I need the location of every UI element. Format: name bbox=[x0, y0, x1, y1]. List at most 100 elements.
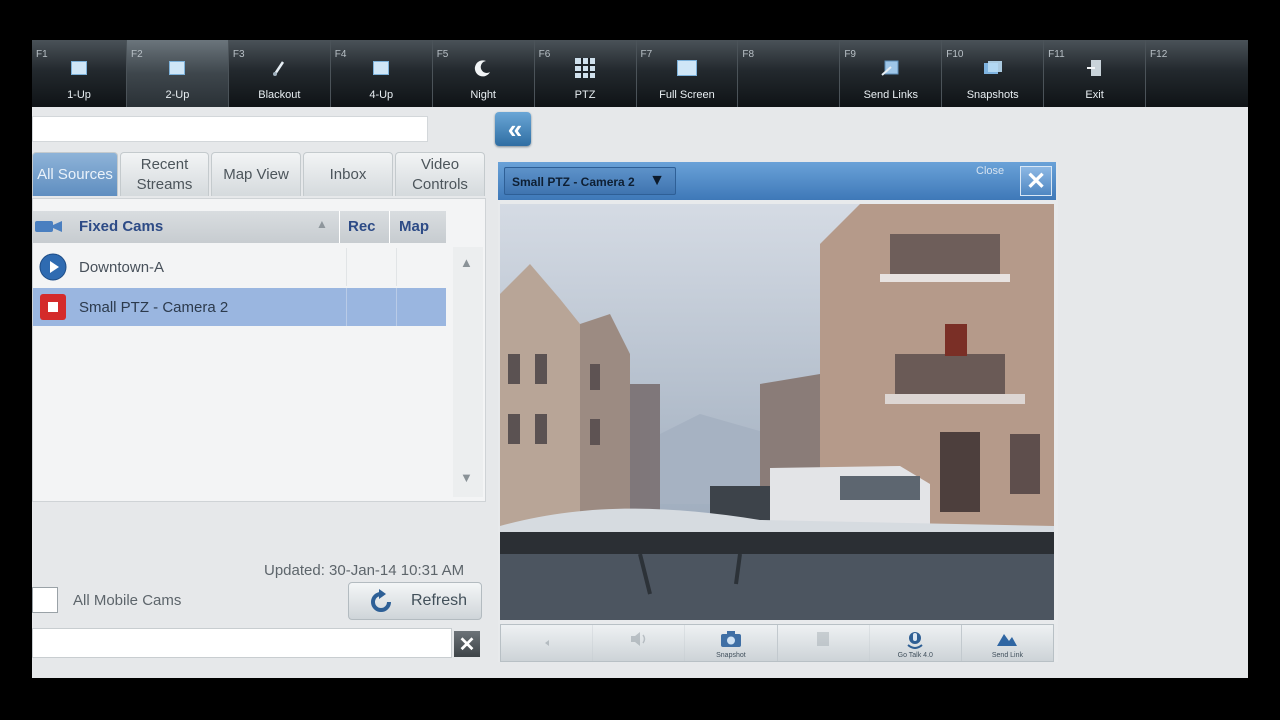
record-button[interactable] bbox=[778, 625, 870, 661]
ptz-grid-icon bbox=[574, 58, 596, 78]
camera-select-value: Small PTZ - Camera 2 bbox=[512, 175, 635, 189]
tab-recent-streams[interactable]: Recent Streams bbox=[120, 152, 209, 196]
play-status-icon bbox=[39, 253, 67, 281]
key-label: F9 bbox=[844, 49, 856, 60]
refresh-label: Refresh bbox=[411, 592, 468, 609]
send-links-icon bbox=[880, 58, 902, 78]
speaker-button[interactable] bbox=[501, 625, 594, 661]
f11-exit-button[interactable]: F11 Exit bbox=[1044, 40, 1147, 107]
close-video-button[interactable]: ✕ bbox=[1020, 166, 1052, 196]
f10-snapshots-button[interactable]: F10 Snapshots bbox=[942, 40, 1045, 107]
button-label: 2-Up bbox=[165, 89, 190, 101]
send-link-icon bbox=[995, 629, 1019, 649]
collapse-panel-button[interactable]: « bbox=[495, 112, 531, 146]
button-label: PTZ bbox=[574, 89, 596, 101]
talk-icon bbox=[903, 629, 927, 649]
camera-list-header: Fixed Cams ▲ Rec Map bbox=[33, 211, 446, 243]
send-link-label: Send Link bbox=[991, 652, 1024, 659]
column-fixed-cams[interactable]: Fixed Cams bbox=[79, 218, 163, 235]
double-chevron-left-icon: « bbox=[507, 113, 523, 144]
all-mobile-cams-checkbox[interactable] bbox=[32, 587, 58, 613]
close-icon: ✕ bbox=[1025, 167, 1047, 195]
camera-name: Downtown-A bbox=[79, 259, 165, 276]
send-link-button[interactable]: Send Link bbox=[962, 625, 1053, 661]
f7-full-screen-button[interactable]: F7 Full Screen bbox=[637, 40, 739, 107]
snapshot-button[interactable]: Snapshot bbox=[685, 625, 778, 661]
source-search-input[interactable] bbox=[32, 116, 428, 142]
blackout-icon bbox=[268, 58, 290, 78]
video-toolbar: Snapshot Go Talk 4.0 Send Link bbox=[500, 624, 1054, 662]
close-icon: ✕ bbox=[458, 633, 476, 656]
app-window: F1 1-Up F2 2-Up F3 Blackout F4 4-Up F5 N… bbox=[32, 40, 1248, 678]
camera-list-panel: Fixed Cams ▲ Rec Map Downtown-A Small PT… bbox=[32, 198, 486, 502]
street-scene-image bbox=[500, 204, 1054, 620]
source-tabs: All Sources Recent Streams Map View Inbo… bbox=[32, 152, 487, 198]
column-divider bbox=[346, 248, 347, 286]
all-mobile-cams-label: All Mobile Cams bbox=[73, 592, 182, 609]
record-status-icon bbox=[40, 294, 66, 320]
tab-map-view[interactable]: Map View bbox=[211, 152, 301, 196]
refresh-icon bbox=[371, 589, 391, 612]
key-label: F6 bbox=[538, 49, 551, 60]
column-divider bbox=[396, 288, 397, 326]
tab-video-controls[interactable]: Video Controls bbox=[395, 152, 485, 196]
go-talk-button[interactable]: Go Talk 4.0 bbox=[870, 625, 962, 661]
close-label: Close bbox=[976, 165, 1005, 177]
camera-select-dropdown[interactable]: Small PTZ - Camera 2 ▼ bbox=[504, 167, 676, 195]
key-label: F11 bbox=[1048, 49, 1065, 60]
video-feed[interactable] bbox=[500, 204, 1054, 620]
video-title-bar: Small PTZ - Camera 2 ▼ Close ✕ bbox=[498, 162, 1056, 200]
video-panel: Small PTZ - Camera 2 ▼ Close ✕ Snapshot … bbox=[498, 162, 1058, 662]
column-divider bbox=[346, 288, 347, 326]
f3-blackout-button[interactable]: F3 Blackout bbox=[229, 40, 331, 107]
column-divider bbox=[389, 211, 390, 243]
column-divider bbox=[396, 248, 397, 286]
column-rec[interactable]: Rec bbox=[348, 218, 376, 235]
volume-icon bbox=[627, 629, 651, 649]
clear-filter-button[interactable]: ✕ bbox=[454, 631, 480, 657]
function-key-toolbar: F1 1-Up F2 2-Up F3 Blackout F4 4-Up F5 N… bbox=[32, 40, 1248, 107]
exit-icon bbox=[1084, 58, 1106, 78]
snapshot-label: Snapshot bbox=[716, 652, 746, 659]
speaker-icon bbox=[535, 629, 559, 649]
fixed-cam-icon bbox=[35, 221, 62, 232]
camera-name: Small PTZ - Camera 2 bbox=[79, 299, 229, 316]
two-up-icon bbox=[166, 58, 188, 78]
button-label: Snapshots bbox=[966, 89, 1019, 101]
button-label: Night bbox=[470, 89, 496, 101]
moon-icon bbox=[472, 58, 494, 78]
volume-button[interactable] bbox=[593, 625, 686, 661]
button-label: Send Links bbox=[863, 89, 918, 101]
key-label: F3 bbox=[232, 49, 245, 60]
f5-night-button[interactable]: F5 Night bbox=[433, 40, 535, 107]
key-label: F1 bbox=[36, 49, 48, 60]
updated-timestamp: Updated: 30-Jan-14 10:31 AM bbox=[264, 562, 465, 579]
button-label: Full Screen bbox=[659, 89, 715, 101]
f6-ptz-button[interactable]: F6 PTZ bbox=[535, 40, 637, 107]
camera-icon bbox=[719, 629, 743, 649]
f12-empty-button[interactable]: F12 bbox=[1146, 40, 1248, 107]
filter-input[interactable] bbox=[32, 628, 452, 658]
column-map[interactable]: Map bbox=[399, 218, 429, 235]
refresh-button[interactable]: Refresh bbox=[348, 582, 482, 620]
f9-send-links-button[interactable]: F9 Send Links bbox=[840, 40, 943, 107]
f8-empty-button[interactable]: F8 bbox=[738, 40, 841, 107]
list-item[interactable]: Small PTZ - Camera 2 bbox=[33, 288, 446, 326]
scroll-up-icon[interactable]: ▲ bbox=[460, 255, 473, 270]
full-screen-icon bbox=[676, 58, 698, 78]
scroll-down-icon[interactable]: ▼ bbox=[460, 470, 473, 485]
button-label: 4-Up bbox=[369, 89, 394, 101]
f2-two-up-button[interactable]: F2 2-Up bbox=[126, 40, 229, 107]
record-icon bbox=[811, 629, 835, 649]
tab-all-sources[interactable]: All Sources bbox=[32, 152, 118, 196]
list-scrollbar[interactable]: ▲ ▼ bbox=[453, 247, 483, 497]
list-item[interactable]: Downtown-A bbox=[33, 248, 446, 286]
four-up-icon bbox=[370, 58, 392, 78]
key-label: F2 bbox=[130, 49, 143, 60]
tab-inbox[interactable]: Inbox bbox=[303, 152, 393, 196]
button-label: 1-Up bbox=[67, 89, 91, 101]
key-label: F12 bbox=[1150, 49, 1168, 60]
sort-ascending-icon[interactable]: ▲ bbox=[316, 217, 328, 231]
f4-four-up-button[interactable]: F4 4-Up bbox=[331, 40, 433, 107]
f1-single-view-button[interactable]: F1 1-Up bbox=[32, 40, 127, 107]
